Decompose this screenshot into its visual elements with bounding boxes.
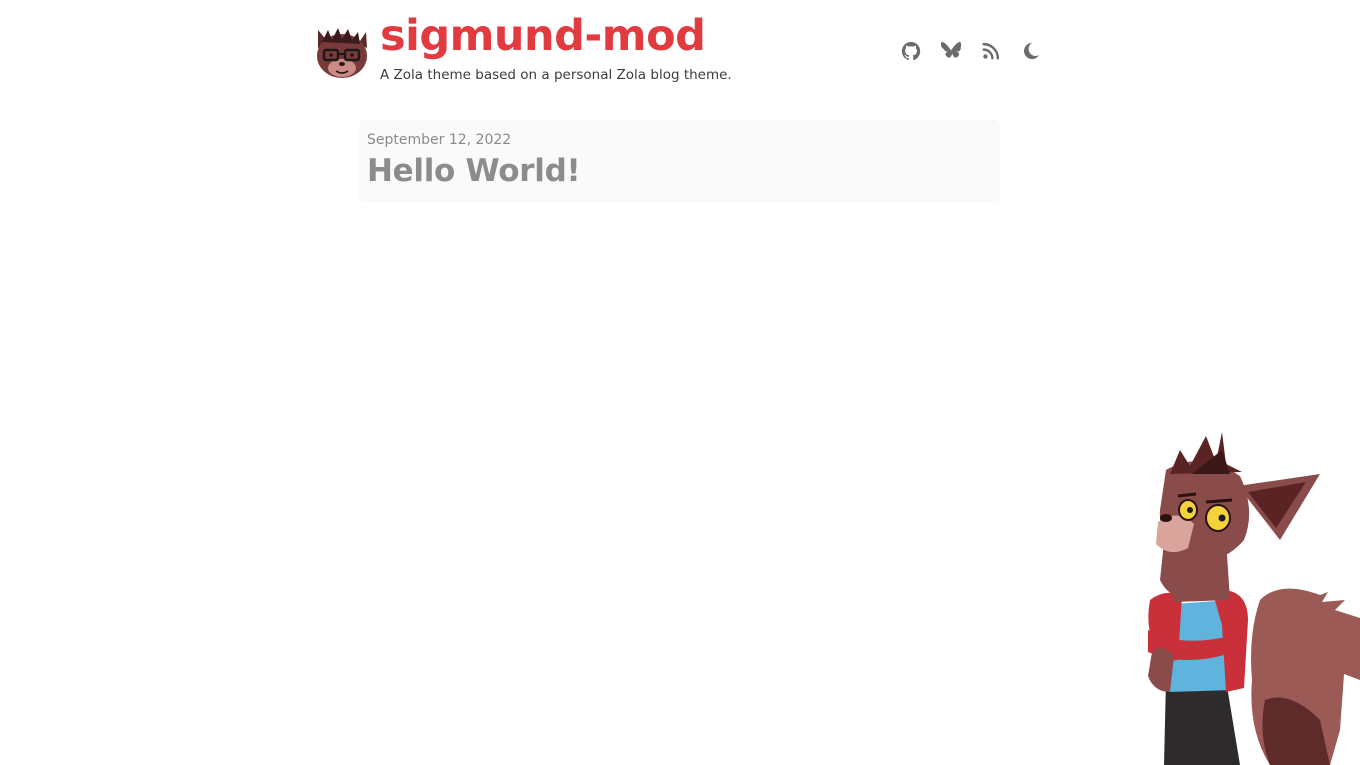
- site-header: sigmund-mod A Zola theme based on a pers…: [312, 12, 1042, 94]
- header-nav-icons: [900, 40, 1042, 62]
- site-logo-avatar[interactable]: [312, 24, 372, 82]
- site-description: A Zola theme based on a personal Zola bl…: [380, 67, 732, 83]
- dark-mode-toggle-icon[interactable]: [1020, 40, 1042, 62]
- post-date: September 12, 2022: [367, 132, 512, 148]
- post-card[interactable]: September 12, 2022 Hello World!: [359, 120, 1000, 203]
- site-title[interactable]: sigmund-mod: [380, 12, 706, 60]
- mascot-illustration: [1148, 432, 1360, 765]
- github-icon[interactable]: [900, 40, 922, 62]
- page: sigmund-mod A Zola theme based on a pers…: [0, 0, 1360, 765]
- rss-icon[interactable]: [980, 40, 1002, 62]
- post-title-link[interactable]: Hello World!: [367, 152, 992, 190]
- bluesky-icon[interactable]: [940, 40, 962, 62]
